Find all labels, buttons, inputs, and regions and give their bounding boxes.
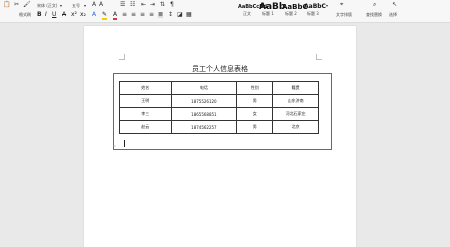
style-label-heading3[interactable]: 标题 3 <box>307 11 319 17</box>
table-cell[interactable]: 1874562257 <box>170 120 238 134</box>
table-header-row: 姓名 电话 性别 籍贯 <box>119 81 319 95</box>
chevron-down-icon[interactable]: ▾ <box>326 3 328 9</box>
line-spacing-icon[interactable]: ↕ <box>168 12 173 18</box>
table-cell[interactable]: 1865568851 <box>170 107 238 121</box>
text-tools-button[interactable]: 文字排版 <box>336 12 352 17</box>
style-label-heading1[interactable]: 标题 1 <box>262 11 274 17</box>
header-cell[interactable]: 性别 <box>236 81 274 95</box>
text-effect-icon[interactable]: A <box>92 11 96 18</box>
indent-icon[interactable]: ⇥ <box>150 2 155 8</box>
table-cell[interactable]: 女 <box>236 107 274 121</box>
align-center-icon[interactable]: ≡ <box>131 12 136 18</box>
grow-font-icon[interactable]: A <box>92 2 96 8</box>
font-name-select[interactable]: 宋体 (正文) <box>37 3 57 8</box>
text-cursor <box>124 140 125 147</box>
font-color-icon[interactable]: A <box>113 11 118 20</box>
text-tools-icon[interactable]: ⌖ <box>340 2 343 8</box>
paste-icon[interactable]: 📋 <box>3 2 10 8</box>
distribute-icon[interactable]: ≣ <box>158 12 164 18</box>
margin-mark <box>316 54 322 60</box>
employee-table[interactable]: 姓名 电话 性别 籍贯 王明 1875526120 男 山东济南 李三 1865… <box>119 81 319 134</box>
select-button[interactable]: 选择 <box>389 12 397 17</box>
table-cell[interactable]: 河北石家庄 <box>272 107 319 121</box>
select-icon[interactable]: ↖ <box>392 2 397 8</box>
sort-icon[interactable]: ⇅ <box>160 2 165 8</box>
table-cell[interactable]: 山东济南 <box>272 94 319 108</box>
subscript-icon[interactable]: x₂ <box>80 11 86 18</box>
bullets-icon[interactable]: ☰ <box>120 2 125 8</box>
font-size-select[interactable]: 五号 <box>72 3 80 8</box>
format-painter-label[interactable]: 格式刷 <box>19 12 31 17</box>
superscript-icon[interactable]: x² <box>71 11 77 18</box>
table-cell[interactable]: 北京 <box>272 120 319 134</box>
table-cell[interactable]: 王明 <box>119 94 172 108</box>
style-preview-heading3[interactable]: AaBbC <box>304 3 326 10</box>
paragraph-mark-icon: ▫ <box>113 143 116 148</box>
margin-mark <box>119 54 125 60</box>
show-marks-icon[interactable]: ¶ <box>170 2 174 8</box>
underline-icon[interactable]: U <box>52 11 56 18</box>
chevron-down-icon[interactable]: ▾ <box>60 3 62 9</box>
chevron-down-icon[interactable]: ▾ <box>84 3 86 9</box>
format-painter-icon[interactable]: 🖌 <box>23 2 31 8</box>
strikethrough-icon[interactable]: A <box>62 11 66 18</box>
shading-icon[interactable]: ◪ <box>177 12 183 18</box>
find-replace-button[interactable]: 查找替换 <box>366 12 382 17</box>
header-cell[interactable]: 电话 <box>170 81 238 95</box>
bold-icon[interactable]: B <box>37 11 42 18</box>
numbering-icon[interactable]: ☷ <box>130 2 135 8</box>
table-row: 赵云 1874562257 男 北京 <box>119 120 319 134</box>
table-row: 李三 1865568851 女 河北石家庄 <box>119 107 319 121</box>
style-label-heading2[interactable]: 标题 2 <box>285 11 297 17</box>
table-cell[interactable]: 男 <box>236 120 274 134</box>
table-cell[interactable]: 1875526120 <box>170 94 238 108</box>
table-cell[interactable]: 赵云 <box>119 120 172 134</box>
style-label-normal[interactable]: 正文 <box>243 11 251 17</box>
highlight-icon[interactable]: ✎ <box>102 11 108 20</box>
header-cell[interactable]: 姓名 <box>119 81 172 95</box>
table-cell[interactable]: 男 <box>236 94 274 108</box>
table-cell[interactable]: 李三 <box>119 107 172 121</box>
table-row: 王明 1875526120 男 山东济南 <box>119 94 319 108</box>
ribbon-toolbar: 📋 ✂ 🖌 格式刷 宋体 (正文) ▾ 五号 ▾ A A B I U A x² … <box>0 0 450 23</box>
header-cell[interactable]: 籍贯 <box>272 81 319 95</box>
align-right-icon[interactable]: ≡ <box>140 12 145 18</box>
find-replace-icon[interactable]: ⌕ <box>373 2 376 8</box>
borders-icon[interactable]: ▦ <box>186 12 192 18</box>
align-left-icon[interactable]: ≡ <box>122 12 127 18</box>
cut-icon[interactable]: ✂ <box>14 2 19 8</box>
shrink-font-icon[interactable]: A <box>99 2 103 8</box>
italic-icon[interactable]: I <box>45 11 47 18</box>
outdent-icon[interactable]: ⇤ <box>141 2 146 8</box>
justify-icon[interactable]: ≡ <box>149 12 154 18</box>
